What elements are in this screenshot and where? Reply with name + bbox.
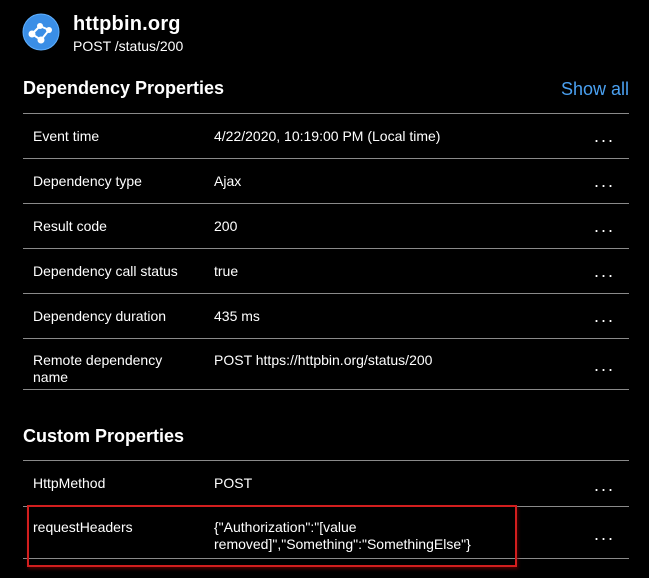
property-row-call-status: Dependency call status true ... bbox=[23, 248, 629, 293]
more-options-icon[interactable]: ... bbox=[594, 217, 615, 235]
property-key: Dependency call status bbox=[33, 263, 178, 279]
property-row-httpmethod: HttpMethod POST ... bbox=[23, 460, 629, 506]
property-key: HttpMethod bbox=[33, 475, 106, 491]
property-row-dependency-type: Dependency type Ajax ... bbox=[23, 158, 629, 203]
show-all-link[interactable]: Show all bbox=[561, 79, 629, 100]
property-row-result-code: Result code 200 ... bbox=[23, 203, 629, 248]
resource-header: httpbin.org POST /status/200 bbox=[22, 12, 183, 55]
property-value: POST https://httpbin.org/status/200 bbox=[214, 352, 433, 368]
more-options-icon[interactable]: ... bbox=[594, 356, 615, 374]
more-options-icon[interactable]: ... bbox=[594, 172, 615, 190]
more-options-icon[interactable]: ... bbox=[594, 525, 615, 543]
property-value: 200 bbox=[214, 218, 238, 234]
more-options-icon[interactable]: ... bbox=[594, 262, 615, 280]
dependency-properties-table: Event time 4/22/2020, 10:19:00 PM (Local… bbox=[23, 113, 629, 390]
property-row-event-time: Event time 4/22/2020, 10:19:00 PM (Local… bbox=[23, 113, 629, 158]
resource-title: httpbin.org bbox=[73, 13, 181, 35]
property-key: Remote dependency name bbox=[33, 352, 163, 385]
property-value: 4/22/2020, 10:19:00 PM (Local time) bbox=[214, 128, 441, 144]
dependency-properties-title: Dependency Properties bbox=[23, 78, 225, 98]
property-value: 435 ms bbox=[214, 308, 260, 324]
operation-subtitle: POST /status/200 bbox=[73, 38, 184, 54]
property-row-duration: Dependency duration 435 ms ... bbox=[23, 293, 629, 338]
highlight-box bbox=[27, 505, 517, 567]
property-value: Ajax bbox=[214, 173, 242, 189]
property-key: Dependency type bbox=[33, 173, 142, 189]
property-value: true bbox=[214, 263, 239, 279]
application-insights-icon bbox=[22, 13, 60, 51]
property-key: Result code bbox=[33, 218, 107, 234]
more-options-icon[interactable]: ... bbox=[594, 307, 615, 325]
property-value: POST bbox=[214, 475, 253, 491]
property-key: Dependency duration bbox=[33, 308, 167, 324]
more-options-icon[interactable]: ... bbox=[594, 127, 615, 145]
property-row-remote-dependency-name: Remote dependency name POST https://http… bbox=[23, 338, 629, 390]
more-options-icon[interactable]: ... bbox=[594, 476, 615, 494]
custom-properties-title: Custom Properties bbox=[23, 426, 185, 446]
property-key: Event time bbox=[33, 128, 100, 144]
